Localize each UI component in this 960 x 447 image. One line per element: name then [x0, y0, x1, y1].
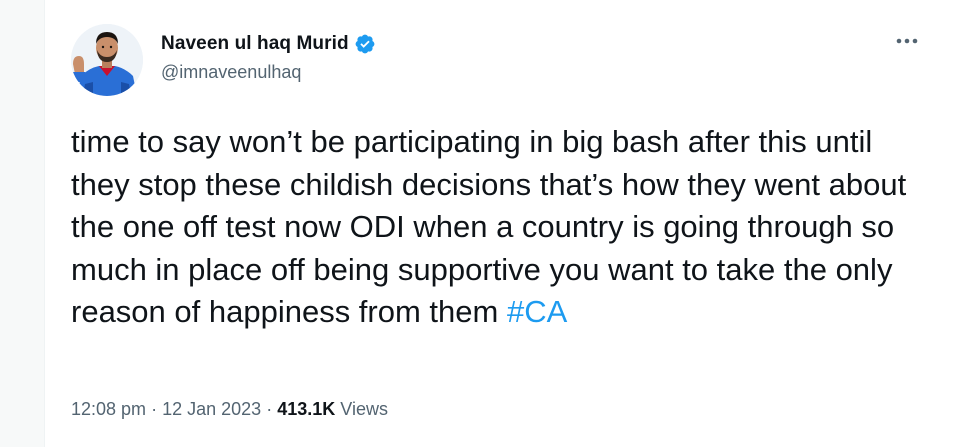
tweet-time[interactable]: 12:08 pm	[71, 399, 146, 419]
profile-photo-icon	[71, 24, 143, 96]
tweet-metadata: 12:08 pm · 12 Jan 2023 · 413.1K Views	[71, 399, 388, 420]
author-display-name[interactable]: Naveen ul haq Murid	[161, 33, 349, 55]
author-name-row[interactable]: Naveen ul haq Murid	[161, 30, 376, 58]
views-count[interactable]: 413.1K	[277, 399, 335, 419]
tweet-card: Naveen ul haq Murid @imnaveenulhaq time …	[44, 0, 960, 447]
more-options-button[interactable]	[894, 34, 922, 48]
verified-badge-icon	[354, 33, 376, 55]
views-label: Views	[340, 399, 388, 419]
meta-separator: ·	[151, 399, 158, 419]
meta-separator: ·	[266, 399, 273, 419]
tweet-body: time to say won’t be participating in bi…	[71, 124, 907, 329]
avatar[interactable]	[71, 24, 143, 96]
author-handle[interactable]: @imnaveenulhaq	[161, 62, 301, 83]
tweet-text: time to say won’t be participating in bi…	[71, 121, 931, 334]
hashtag-link[interactable]: #CA	[507, 294, 567, 329]
more-options-icon	[896, 38, 918, 44]
tweet-date[interactable]: 12 Jan 2023	[162, 399, 261, 419]
